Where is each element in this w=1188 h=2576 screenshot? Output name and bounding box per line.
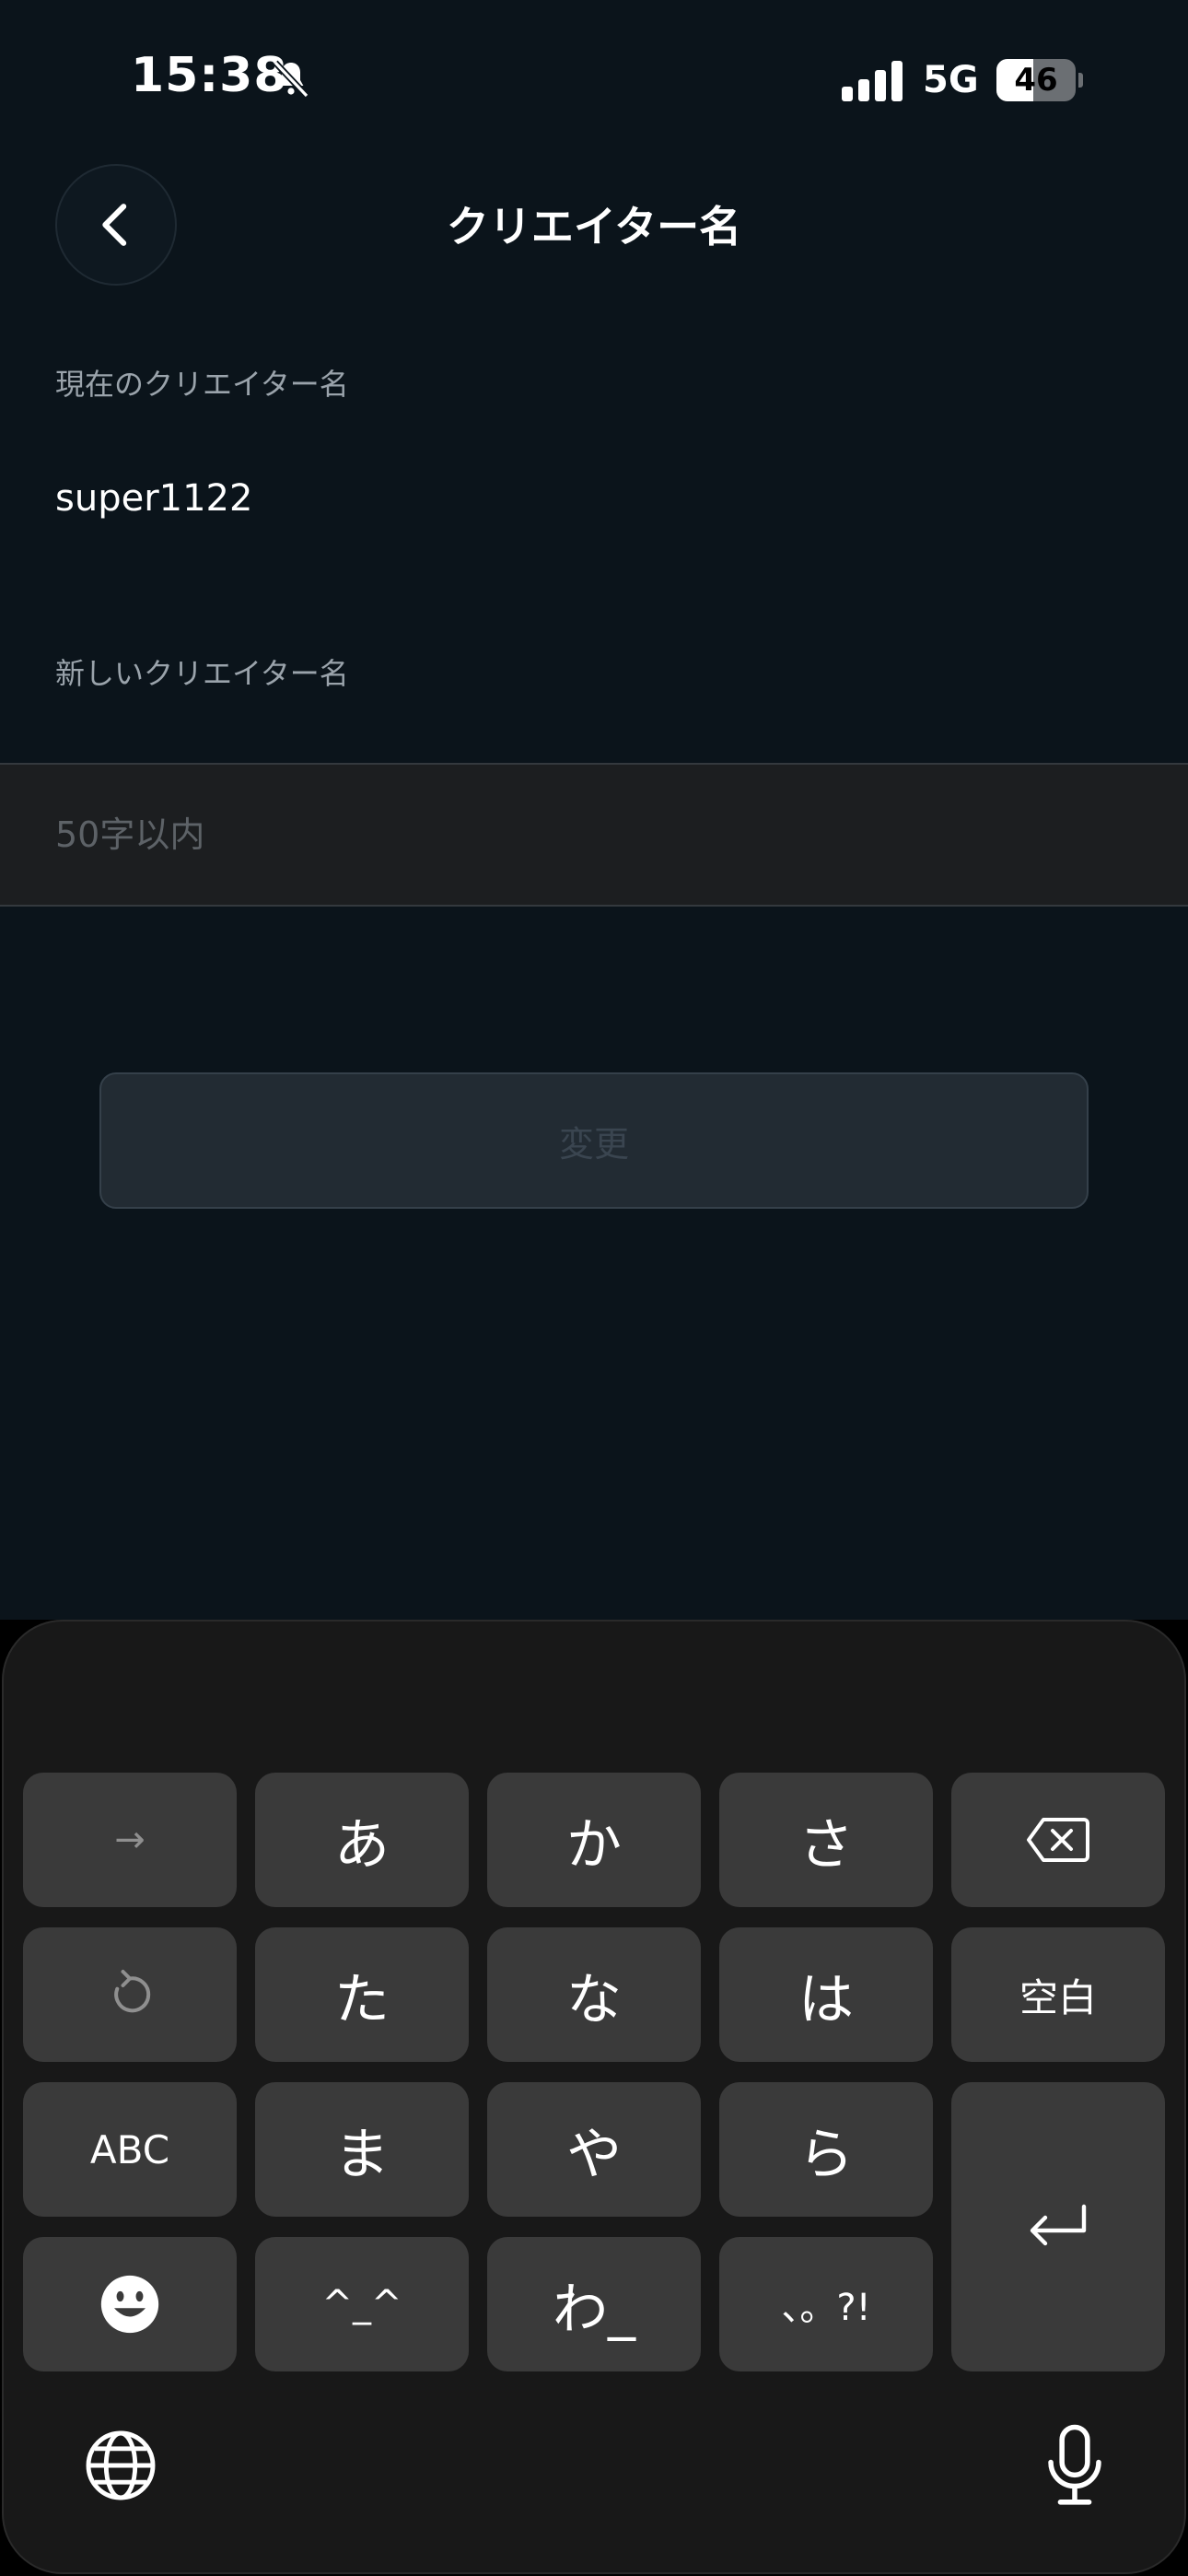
key-kaomoji[interactable]: ^_^ — [255, 2237, 469, 2371]
page-title: クリエイター名 — [446, 202, 742, 252]
emoji-icon — [100, 2275, 159, 2334]
key-return[interactable] — [951, 2082, 1165, 2371]
key-sa[interactable]: さ — [719, 1773, 933, 1907]
key-arrow-right[interactable]: → — [23, 1773, 237, 1907]
key-emoji[interactable] — [23, 2237, 237, 2371]
new-name-field — [0, 763, 1188, 907]
battery-icon: 46 — [996, 59, 1083, 101]
key-ta[interactable]: た — [255, 1927, 469, 2062]
key-ya[interactable]: や — [487, 2082, 701, 2217]
bell-slash-icon — [273, 60, 309, 99]
key-a[interactable]: あ — [255, 1773, 469, 1907]
globe-button[interactable] — [79, 2424, 162, 2507]
keyboard: → あ か さ た な は 空白 ABC ま や ら ^_^ わ_ 、。?! — [0, 1620, 1188, 2576]
new-name-label: 新しいクリエイター名 — [55, 656, 349, 691]
battery-level: 46 — [1014, 62, 1058, 99]
key-ha[interactable]: は — [719, 1927, 933, 2062]
key-delete[interactable] — [951, 1773, 1165, 1907]
key-na[interactable]: な — [487, 1927, 701, 2062]
microphone-icon — [1048, 2424, 1101, 2505]
key-abc[interactable]: ABC — [23, 2082, 237, 2217]
key-undo[interactable] — [23, 1927, 237, 2062]
change-button[interactable]: 変更 — [99, 1072, 1089, 1209]
current-name-value: super1122 — [55, 477, 253, 520]
key-ra[interactable]: ら — [719, 2082, 933, 2217]
key-ka[interactable]: か — [487, 1773, 701, 1907]
undo-icon — [114, 1970, 151, 2013]
cellular-signal-icon — [842, 61, 903, 101]
key-space[interactable]: 空白 — [951, 1927, 1165, 2062]
dictation-button[interactable] — [1033, 2424, 1116, 2507]
globe-icon — [86, 2430, 156, 2500]
current-name-label: 現在のクリエイター名 — [55, 367, 349, 402]
keyboard-panel: → あ か さ た な は 空白 ABC ま や ら ^_^ わ_ 、。?! — [2, 1620, 1186, 2574]
return-icon — [1030, 2204, 1087, 2246]
screen: 15:38 5G 46 クリエイター名 現在のクリエイター名 super1122… — [0, 0, 1188, 2576]
delete-icon — [1027, 1818, 1089, 1862]
key-ma[interactable]: ま — [255, 2082, 469, 2217]
key-wa[interactable]: わ_ — [487, 2237, 701, 2371]
new-name-input[interactable] — [55, 765, 1133, 905]
status-bar: 15:38 5G 46 — [0, 0, 1188, 157]
status-time: 15:38 — [131, 48, 288, 103]
network-type: 5G — [923, 59, 979, 101]
key-punctuation[interactable]: 、。?! — [719, 2237, 933, 2371]
